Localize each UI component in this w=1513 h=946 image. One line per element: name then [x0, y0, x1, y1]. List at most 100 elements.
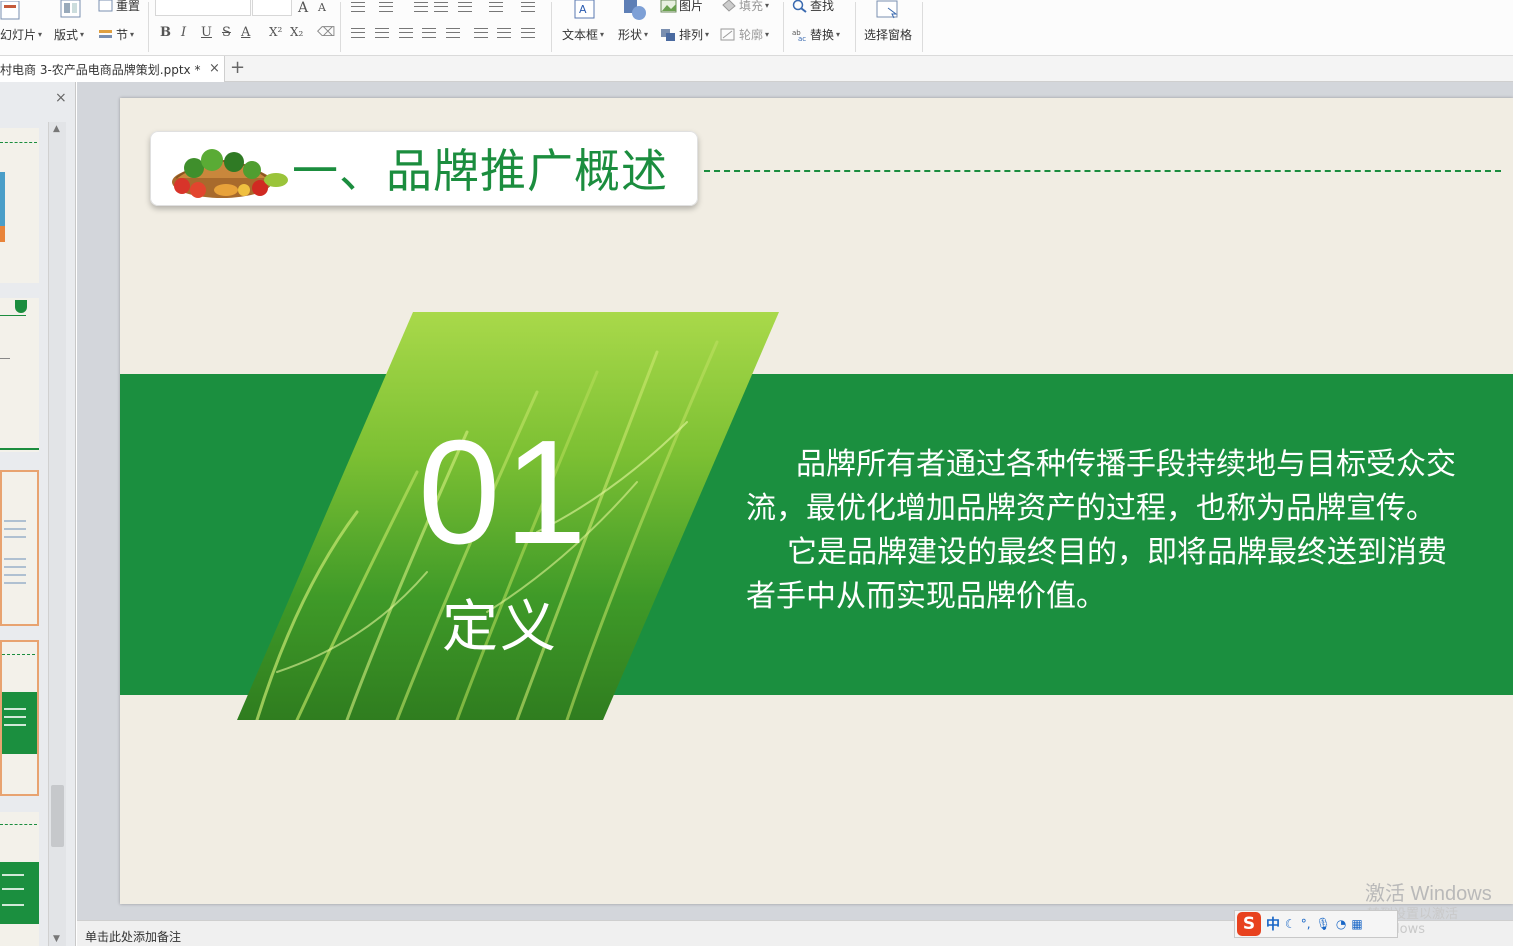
punctuation-icon[interactable]: °,: [1301, 917, 1311, 931]
moon-icon[interactable]: ☾: [1285, 917, 1296, 931]
bold-button[interactable]: B: [160, 25, 171, 40]
picture-label: 图片: [679, 0, 704, 13]
fill-button[interactable]: 填充 ▾: [720, 0, 769, 14]
text-align-icon[interactable]: [497, 28, 511, 38]
bullet-list-icon[interactable]: [351, 2, 365, 12]
font-size-combo[interactable]: [252, 0, 292, 16]
ribbon-divider: [922, 2, 923, 52]
font-color-button[interactable]: A: [241, 25, 250, 40]
thumb-line: [0, 358, 10, 359]
layout-button[interactable]: 版式 ▾: [54, 26, 84, 43]
picture-button[interactable]: 图片: [660, 0, 703, 14]
title-dashed-line: [704, 170, 1501, 172]
document-tab[interactable]: 村电商 3-农产品电商品牌策划.pptx * ×: [0, 56, 225, 82]
thumb-text: [4, 558, 26, 560]
scroll-up-icon[interactable]: ▲: [53, 124, 60, 134]
shrink-font-button[interactable]: A: [318, 1, 326, 14]
thumb-dash-line: [0, 824, 37, 825]
toolbox-icon[interactable]: ▦: [1351, 917, 1362, 931]
textbox-button[interactable]: 文本框 ▾: [562, 26, 604, 43]
slide-thumbnail-current[interactable]: [0, 640, 39, 796]
fill-icon: [722, 0, 736, 12]
grow-font-button[interactable]: A: [298, 0, 308, 16]
ribbon-divider: [783, 2, 784, 52]
layout-icon[interactable]: [60, 0, 82, 20]
align-left-icon[interactable]: [351, 28, 365, 38]
chevron-down-icon: ▾: [38, 30, 43, 39]
scroll-down-icon[interactable]: ▼: [53, 934, 60, 944]
new-tab-button[interactable]: +: [230, 57, 245, 78]
decrease-indent-icon[interactable]: [414, 2, 428, 12]
thumb-image: [0, 226, 5, 242]
reset-button[interactable]: 重置: [98, 0, 140, 14]
replace-button[interactable]: ab ac 替换 ▾: [792, 26, 840, 43]
section-button[interactable]: 节 ▾: [98, 26, 134, 43]
find-button[interactable]: 查找: [792, 0, 834, 14]
new-slide-label: 幻灯片: [0, 28, 37, 42]
thumb-text: [4, 566, 26, 568]
section-heading[interactable]: 定义: [442, 598, 558, 658]
slide-workspace: 一、品牌推广概述 01 定义 品牌所有者通过各种传播手段持续地与目标受众交 流，…: [77, 82, 1513, 920]
font-name-combo[interactable]: [155, 0, 251, 16]
scrollbar-thumb[interactable]: [51, 785, 64, 847]
outline-button[interactable]: 轮廓 ▾: [720, 26, 769, 43]
shape-button[interactable]: 形状 ▾: [618, 26, 648, 43]
shape-icon[interactable]: [622, 0, 648, 22]
definition-text[interactable]: 品牌所有者通过各种传播手段持续地与目标受众交 流，最优化增加品牌资产的过程，也称…: [746, 443, 1513, 619]
align-right-icon[interactable]: [399, 28, 413, 38]
superscript-button[interactable]: X²: [269, 25, 282, 39]
close-panel-icon[interactable]: ×: [55, 90, 67, 106]
sogou-logo-icon[interactable]: S: [1237, 912, 1261, 936]
subscript-button[interactable]: X₂: [290, 25, 303, 39]
arrange-button[interactable]: 排列 ▾: [660, 26, 709, 43]
arrange-label: 排列: [679, 28, 704, 42]
numbered-list-icon[interactable]: [379, 2, 393, 12]
selection-pane-icon[interactable]: [876, 0, 900, 20]
align-center-icon[interactable]: [375, 28, 389, 38]
chevron-down-icon: ▾: [836, 30, 841, 39]
slide-thumbnail[interactable]: [0, 128, 39, 283]
thumb-text: [4, 716, 26, 718]
text-line: 者手中从而实现品牌价值。: [746, 579, 1106, 614]
thumb-text: [4, 574, 26, 576]
replace-icon: abac: [792, 29, 806, 42]
close-tab-icon[interactable]: ×: [209, 61, 220, 76]
increase-indent-icon[interactable]: [434, 2, 448, 12]
thumb-text: [2, 874, 24, 876]
smart-convert-icon[interactable]: [521, 28, 535, 38]
chevron-down-icon: ▾: [705, 30, 710, 39]
clear-format-icon[interactable]: ⌫: [317, 25, 335, 40]
ribbon-divider: [551, 2, 552, 52]
thumb-band: [2, 692, 37, 754]
find-label: 查找: [810, 0, 835, 13]
distribute-icon[interactable]: [446, 28, 460, 38]
reset-label: 重置: [116, 0, 141, 13]
thumbnail-scrollbar[interactable]: ▲ ▼: [48, 122, 66, 946]
slide-thumbnail[interactable]: [0, 470, 39, 626]
thumb-text: [4, 582, 26, 584]
new-slide-button[interactable]: 幻灯片 ▾: [0, 26, 42, 43]
selection-pane-button[interactable]: 选择窗格: [864, 26, 912, 43]
text-line: 品牌所有者通过各种传播手段持续地与目标受众交: [796, 447, 1456, 482]
thumb-text: [4, 724, 26, 726]
slide-canvas[interactable]: 一、品牌推广概述 01 定义 品牌所有者通过各种传播手段持续地与目标受众交 流，…: [120, 98, 1513, 904]
section-number[interactable]: 01: [418, 418, 591, 568]
slide-title[interactable]: 一、品牌推广概述: [292, 143, 668, 199]
strikethrough-button[interactable]: S: [222, 25, 231, 40]
microphone-icon[interactable]: 🎙: [1316, 917, 1331, 931]
underline-button[interactable]: U: [201, 25, 212, 40]
slide-thumbnail[interactable]: [0, 812, 39, 946]
ime-language-toggle[interactable]: 中: [1266, 914, 1280, 934]
textbox-icon[interactable]: A: [574, 0, 596, 20]
svg-text:A: A: [579, 3, 587, 16]
slide-thumbnail[interactable]: [0, 298, 39, 452]
new-slide-icon[interactable]: [0, 0, 24, 22]
justify-icon[interactable]: [422, 28, 436, 38]
line-spacing-icon[interactable]: [489, 2, 503, 12]
italic-button[interactable]: I: [181, 25, 186, 40]
ime-toolbar[interactable]: S 中 ☾ °, 🎙 ◔ ▦: [1234, 910, 1398, 938]
text-direction-icon[interactable]: [521, 2, 535, 12]
skin-icon[interactable]: ◔: [1336, 917, 1346, 931]
paragraph-spacing-icon[interactable]: [474, 28, 488, 38]
columns-icon[interactable]: [458, 2, 472, 12]
